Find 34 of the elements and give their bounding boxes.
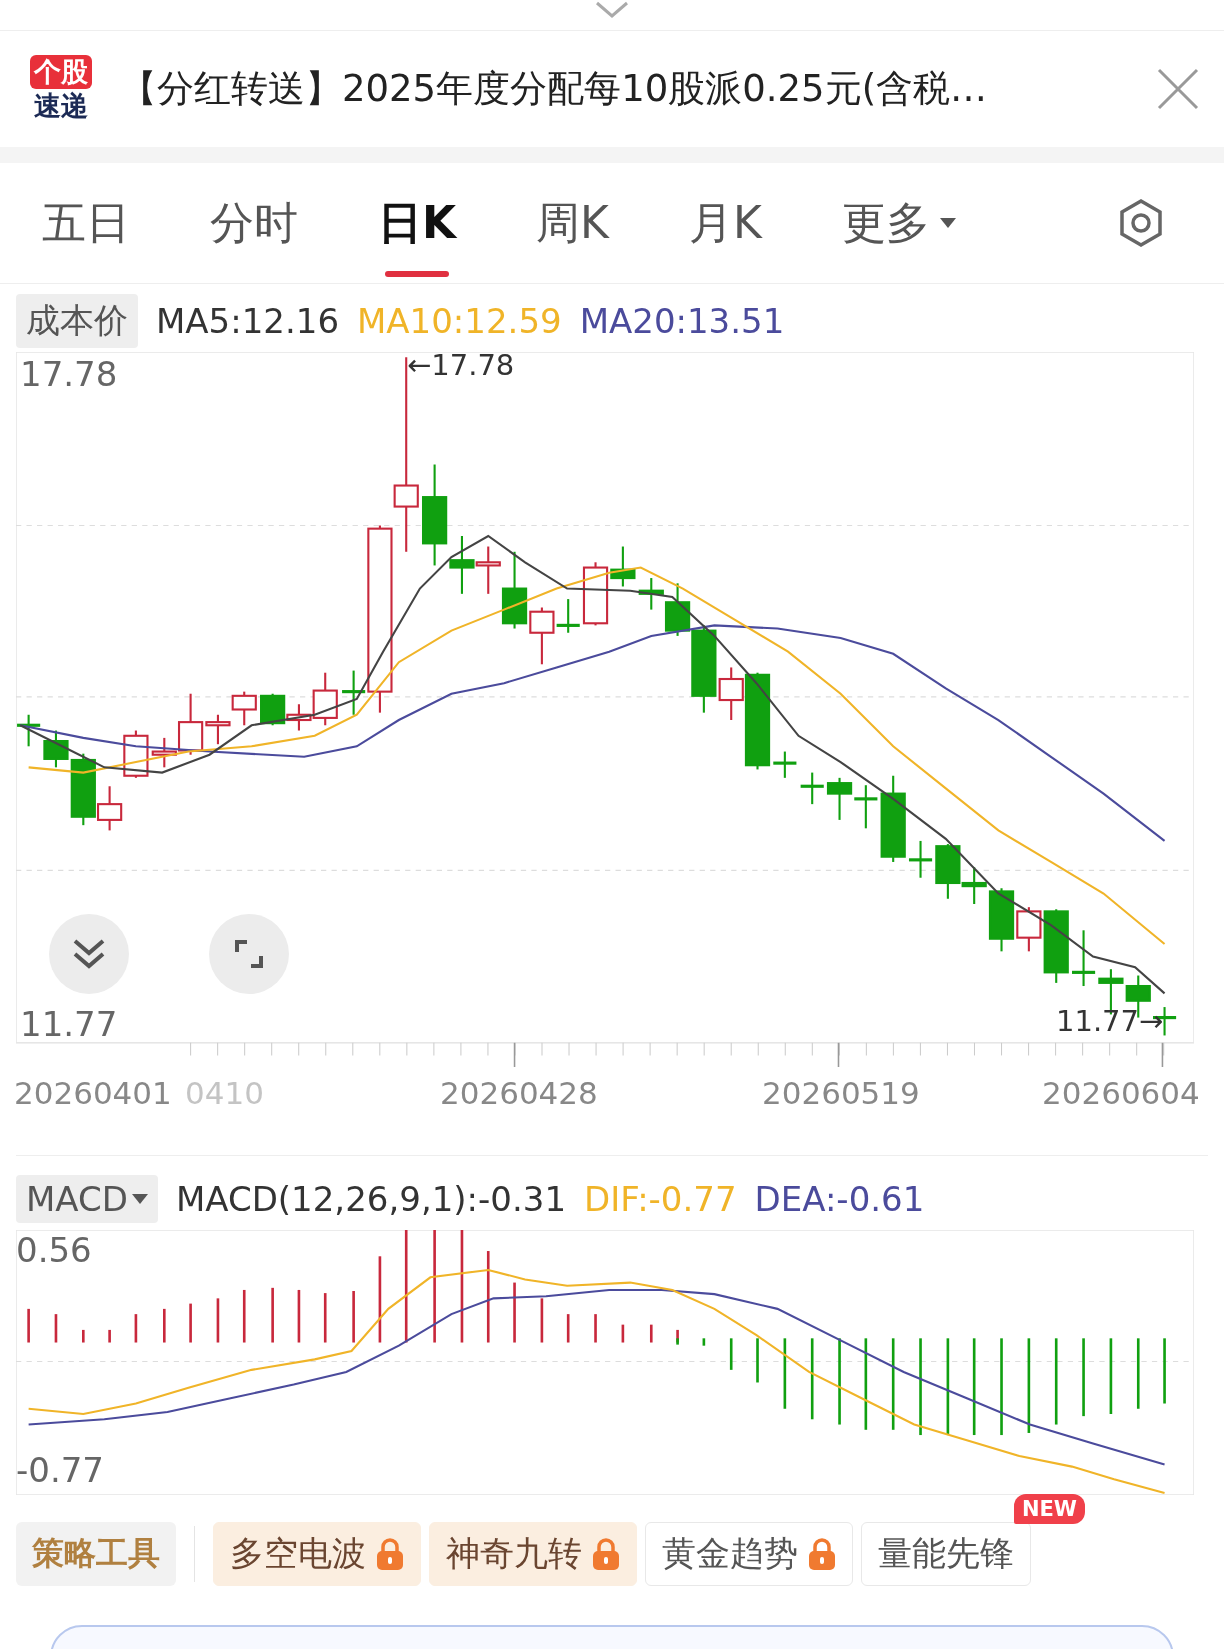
date-label: 20260428: [440, 1075, 598, 1111]
period-tab[interactable]: 月K: [670, 163, 780, 283]
macd-axis-label: -0.77: [16, 1450, 104, 1490]
strategy-chip[interactable]: 量能先锋: [861, 1522, 1031, 1586]
ma-value: MA20:13.51: [579, 301, 785, 341]
strategy-tools-label: 策略工具: [16, 1522, 176, 1586]
strategy-chip[interactable]: 神奇九转: [429, 1522, 637, 1586]
logo-label: 速递: [34, 89, 88, 123]
ma-value: MA10:12.59: [357, 301, 562, 341]
indicator-dropdown[interactable]: MACD: [16, 1175, 158, 1223]
price-axis-label: 17.78: [20, 354, 118, 394]
macd-value: DEA:-0.61: [754, 1179, 925, 1219]
ma-value: MA5:12.16: [156, 301, 339, 341]
period-tab[interactable]: 分时: [192, 163, 316, 283]
period-tab[interactable]: 周K: [518, 163, 627, 283]
macd-value: DIF:-0.77: [584, 1179, 737, 1219]
strategy-chip[interactable]: 黄金趋势: [645, 1522, 853, 1586]
price-axis-label: 11.77: [20, 1004, 118, 1044]
cost-price-button[interactable]: 成本价: [16, 294, 138, 348]
date-label: 0410: [185, 1075, 264, 1111]
period-tab[interactable]: 更多: [823, 163, 974, 283]
macd-value: MACD(12,26,9,1):-0.31: [175, 1179, 566, 1219]
logo-label: 个股: [30, 55, 92, 89]
period-tab[interactable]: 日K: [360, 163, 475, 283]
date-label: 20260604: [1042, 1075, 1200, 1111]
date-label: 20260401: [14, 1075, 172, 1111]
new-badge: NEW: [1013, 1494, 1085, 1524]
low-price-marker: 11.77→: [1056, 1004, 1164, 1038]
macd-axis-label: 0.56: [16, 1230, 92, 1270]
period-tab[interactable]: 五日: [24, 163, 148, 283]
high-price-marker: ←17.78: [407, 348, 515, 382]
news-headline[interactable]: 【分红转送】2025年度分配每10股派0.25元(含税…: [120, 64, 1134, 114]
date-label: 20260519: [762, 1075, 920, 1111]
strategy-chip[interactable]: 多空电波: [213, 1522, 421, 1586]
